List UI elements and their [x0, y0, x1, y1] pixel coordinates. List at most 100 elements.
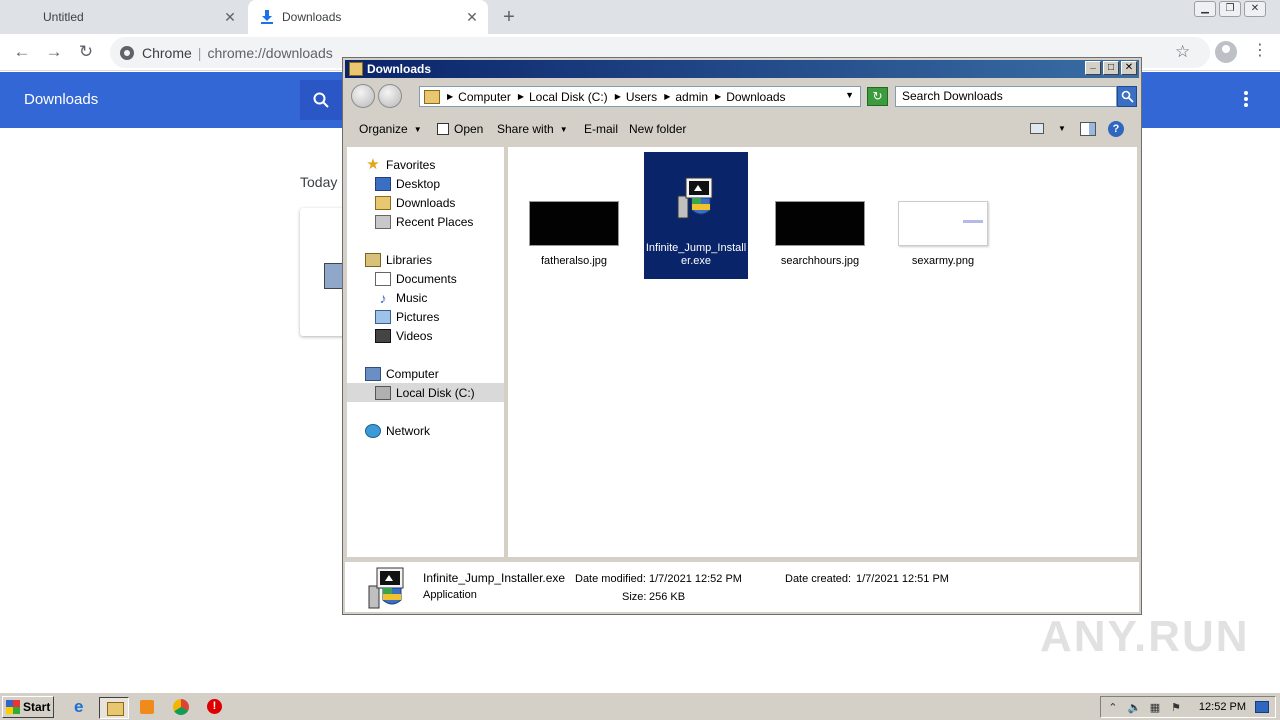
refresh-button[interactable]: ↻ — [867, 87, 888, 106]
close-tab-icon[interactable]: ✕ — [464, 9, 480, 25]
breadcrumb-admin[interactable]: ▶ admin — [664, 90, 708, 104]
search-button[interactable] — [1117, 86, 1137, 107]
tray-expand-icon[interactable]: ⌃ — [1107, 701, 1119, 714]
installer-file-icon[interactable] — [324, 263, 344, 289]
nav-music[interactable]: ♪ Music — [375, 288, 428, 307]
detail-date-modified: 1/7/2021 12:52 PM — [649, 573, 742, 585]
action-center-flag-icon[interactable]: ⚑ — [1170, 701, 1182, 714]
nav-videos[interactable]: Videos — [375, 326, 432, 345]
minimize-button[interactable] — [1085, 61, 1101, 75]
breadcrumb-computer[interactable]: ▶ Computer — [447, 90, 511, 104]
documents-icon — [375, 271, 391, 286]
show-desktop-icon[interactable] — [1255, 701, 1269, 713]
preview-pane-icon[interactable] — [1080, 122, 1096, 136]
nav-computer[interactable]: Computer — [365, 364, 439, 383]
windows-explorer-icon[interactable] — [99, 697, 129, 719]
recent-places-icon — [375, 214, 391, 229]
computer-icon — [365, 366, 381, 381]
profile-avatar-icon[interactable] — [1215, 41, 1237, 63]
explorer-window: Downloads □ ✕ ▶Computer ▶Local Disk (C:)… — [342, 57, 1142, 615]
share-with-menu[interactable]: Share with ▼ — [497, 122, 568, 136]
omnibox-separator: | — [197, 44, 202, 61]
tab-downloads[interactable]: Downloads ✕ — [248, 0, 488, 34]
libraries-icon — [365, 252, 381, 267]
breadcrumb-downloads[interactable]: ▶ Downloads — [715, 90, 786, 104]
organize-menu[interactable]: Organize ▼ — [359, 122, 422, 136]
detail-size-label: Size: — [622, 591, 647, 603]
file-item[interactable]: fatheralso.jpg — [522, 201, 626, 268]
more-options-icon[interactable] — [1236, 90, 1256, 110]
start-button[interactable]: Start — [2, 696, 54, 718]
window-controls: ▁ ❐ ✕ — [1194, 1, 1266, 17]
new-tab-button[interactable]: + — [498, 6, 520, 28]
windows-logo-icon — [6, 700, 20, 714]
taskbar-clock[interactable]: 12:52 PM — [1199, 701, 1246, 713]
folder-icon — [349, 62, 363, 76]
file-item-selected[interactable]: Infinite_Jump_Installer.exe — [644, 152, 748, 279]
open-button[interactable]: Open — [437, 122, 483, 136]
open-icon — [437, 123, 449, 135]
alert-app-icon[interactable] — [202, 697, 226, 719]
nav-libraries[interactable]: Libraries — [365, 250, 432, 269]
file-item[interactable]: sexarmy.png — [891, 201, 995, 268]
nav-local-disk[interactable]: Local Disk (C:) — [347, 383, 504, 402]
maximize-button[interactable]: □ — [1103, 61, 1119, 75]
restore-button[interactable]: ❐ — [1219, 1, 1241, 17]
installer-icon — [363, 564, 411, 615]
back-arrow-icon[interactable]: ← — [10, 40, 34, 64]
folder-icon — [424, 89, 440, 104]
file-item[interactable]: searchhours.jpg — [768, 201, 872, 268]
minimize-button[interactable]: ▁ — [1194, 1, 1216, 17]
help-icon[interactable]: ? — [1108, 121, 1124, 137]
close-tab-icon[interactable]: ✕ — [222, 9, 238, 25]
chrome-menu-icon[interactable]: ⋮ — [1252, 40, 1268, 60]
page-title: Downloads — [24, 91, 99, 108]
file-pane: fatheralso.jpg Infinite_Jump_Installer.e… — [508, 147, 1137, 557]
reload-icon[interactable]: ↻ — [74, 40, 98, 64]
media-player-icon[interactable] — [135, 697, 159, 719]
nav-documents[interactable]: Documents — [375, 269, 457, 288]
explorer-titlebar[interactable]: Downloads □ ✕ — [345, 60, 1139, 78]
tab-untitled[interactable]: Untitled ✕ — [0, 0, 246, 34]
file-name: searchhours.jpg — [780, 255, 860, 267]
detail-date-created-label: Date created: — [785, 573, 852, 585]
nav-downloads[interactable]: Downloads — [375, 193, 455, 212]
breadcrumb-local-disk[interactable]: ▶ Local Disk (C:) — [518, 90, 608, 104]
nav-network[interactable]: Network — [365, 421, 430, 440]
installer-icon — [672, 174, 720, 222]
nav-favorites[interactable]: ★ Favorites — [365, 155, 435, 174]
download-icon — [261, 10, 273, 24]
nav-recent-places[interactable]: Recent Places — [375, 212, 473, 231]
forward-button[interactable] — [378, 84, 402, 108]
search-input[interactable]: Search Downloads — [895, 86, 1117, 107]
new-folder-button[interactable]: New folder — [629, 122, 686, 136]
back-button[interactable] — [351, 84, 375, 108]
desktop-icon — [375, 176, 391, 191]
close-button[interactable]: ✕ — [1244, 1, 1266, 17]
chrome-icon[interactable] — [169, 697, 193, 719]
nav-pictures[interactable]: Pictures — [375, 307, 439, 326]
chrome-site-icon — [120, 45, 134, 60]
image-thumbnail — [898, 201, 988, 246]
address-row: ▶ Computer ▶ Local Disk (C:) ▶ Users ▶ admin… — [345, 80, 1139, 112]
internet-explorer-icon[interactable] — [69, 697, 93, 719]
explorer-window-controls: □ ✕ — [1085, 61, 1137, 75]
address-bar[interactable]: ▶ Computer ▶ Local Disk (C:) ▶ Users ▶ admin… — [419, 86, 861, 107]
email-button[interactable]: E-mail — [584, 122, 618, 136]
volume-icon[interactable]: 🔈 — [1128, 701, 1142, 714]
detail-file-name: Infinite_Jump_Installer.exe — [423, 571, 566, 585]
breadcrumb-users[interactable]: ▶ Users — [615, 90, 658, 104]
tab-label: Downloads — [282, 10, 342, 24]
nav-desktop[interactable]: Desktop — [375, 174, 440, 193]
network-tray-icon[interactable]: ▦ — [1149, 701, 1161, 714]
views-dropdown-icon[interactable]: ▼ — [1058, 124, 1066, 133]
address-dropdown-icon[interactable]: ▼ — [845, 90, 854, 100]
detail-size: 256 KB — [649, 591, 686, 603]
bookmark-star-icon[interactable]: ☆ — [1175, 42, 1190, 62]
pictures-icon — [375, 309, 391, 324]
star-icon: ★ — [366, 155, 380, 173]
views-icon[interactable] — [1030, 123, 1044, 134]
downloads-search-button[interactable] — [300, 80, 344, 120]
forward-arrow-icon[interactable]: → — [42, 40, 66, 64]
close-button[interactable]: ✕ — [1121, 61, 1137, 75]
